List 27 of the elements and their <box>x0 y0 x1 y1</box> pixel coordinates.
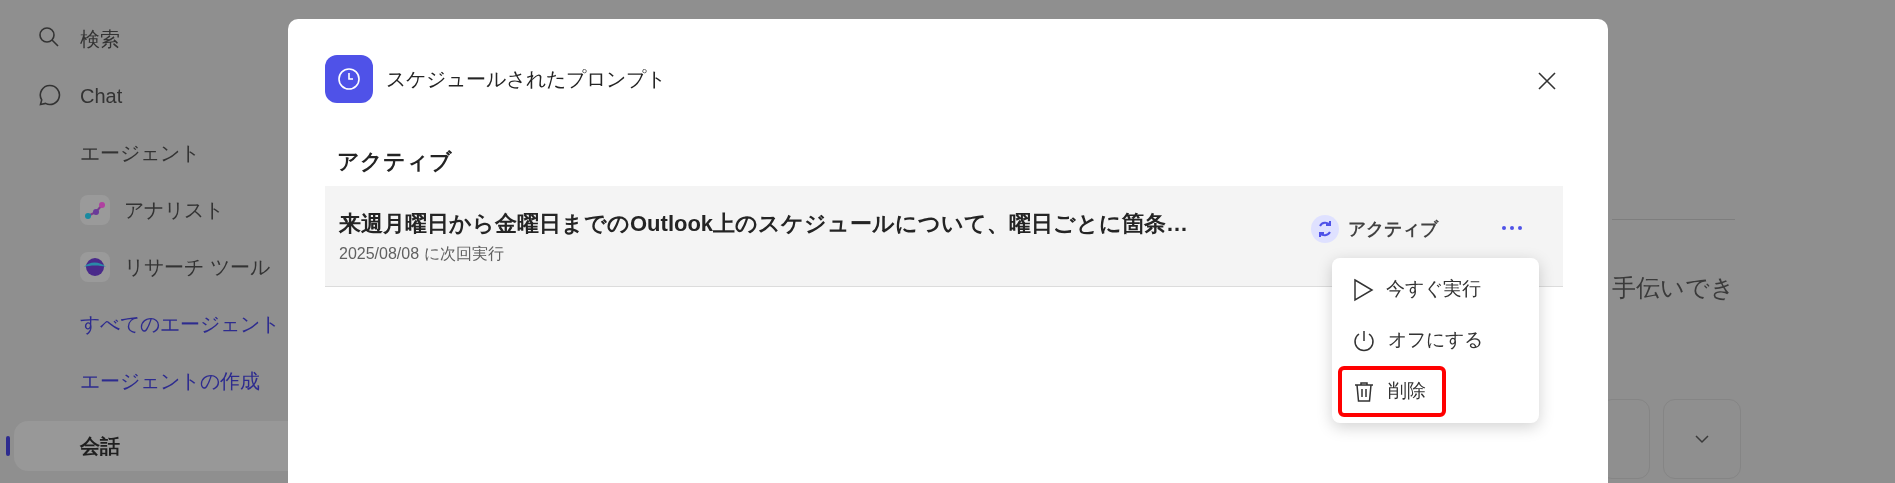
menu-item[interactable]: 今すぐ実行 <box>1338 264 1533 315</box>
analyst-icon <box>80 194 110 225</box>
play-icon <box>1352 277 1374 302</box>
chevron-icon <box>1694 434 1710 444</box>
selection-indicator <box>6 436 10 456</box>
menu-item[interactable]: 削除 <box>1338 366 1446 417</box>
partial-text: 手伝いでき <box>1612 273 1735 303</box>
sidebar-item[interactable]: 会話 <box>80 430 120 461</box>
sidebar-item[interactable]: アナリスト <box>124 194 224 225</box>
agent-link[interactable]: エージェントの作成 <box>80 365 260 396</box>
sidebar-item[interactable]: リサーチ ツール <box>124 251 270 282</box>
search-icon <box>38 26 60 48</box>
prompt-title: 来週月曜日から金曜日までのOutlook上のスケジュールについて、曜日ごとに箇条… <box>339 210 1189 238</box>
menu-item[interactable]: オフにする <box>1338 315 1533 366</box>
sidebar-item[interactable]: Chat <box>80 80 123 111</box>
chat-icon <box>38 83 62 107</box>
next-run-date: 2025/08/08 に次回実行 <box>339 244 504 264</box>
sidebar-item[interactable]: 検索 <box>80 23 120 54</box>
trash-icon <box>1352 379 1376 404</box>
power-icon <box>1352 328 1376 353</box>
planet-icon <box>80 251 110 282</box>
agent-link[interactable]: すべてのエージェント <box>80 308 280 339</box>
status-label: アクティブ <box>1348 217 1438 241</box>
section-heading: アクティブ <box>337 148 452 176</box>
dialog-title: スケジュールされたプロンプト <box>386 67 666 92</box>
section-label: エージェント <box>80 140 200 166</box>
clock-icon <box>325 55 373 103</box>
